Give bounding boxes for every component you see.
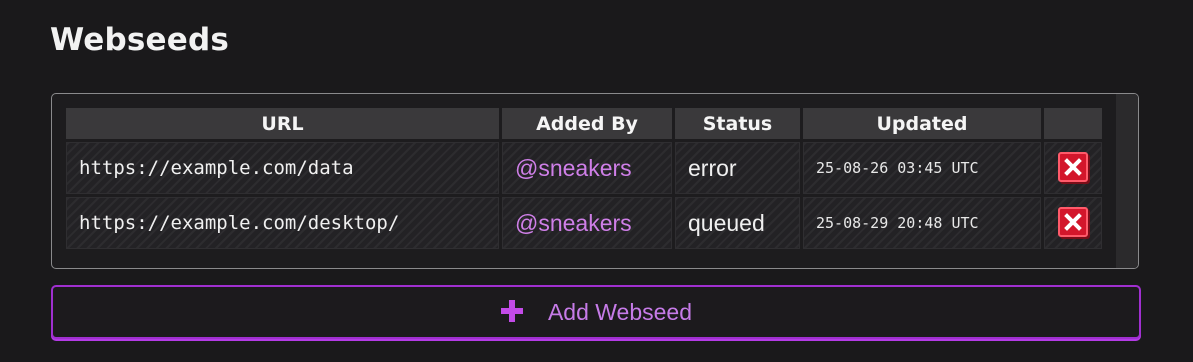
status-text: queued: [675, 197, 800, 249]
table-header-row: URL Added By Status Updated: [66, 108, 1102, 139]
webseeds-table: URL Added By Status Updated https://exam…: [63, 105, 1105, 252]
column-header-status: Status: [675, 108, 800, 139]
scrollbar-track[interactable]: [1116, 94, 1138, 268]
table-row: https://example.com/desktop/ @sneakers q…: [66, 197, 1102, 249]
add-webseed-button[interactable]: Add Webseed: [51, 285, 1141, 339]
plus-icon: [500, 300, 523, 322]
add-webseed-label: Add Webseed: [547, 298, 693, 325]
column-header-added-by: Added By: [502, 108, 672, 139]
close-icon: [1064, 157, 1082, 176]
added-by-link[interactable]: @sneakers: [502, 197, 672, 249]
updated-timestamp: 25-08-26 03:45 UTC: [803, 142, 1041, 194]
delete-webseed-button[interactable]: [1058, 206, 1088, 237]
close-icon: [1064, 212, 1082, 231]
status-text: error: [675, 142, 800, 194]
column-header-updated: Updated: [803, 108, 1041, 139]
column-header-url: URL: [66, 108, 499, 139]
webseeds-panel: URL Added By Status Updated https://exam…: [51, 93, 1139, 269]
page-title: Webseeds: [50, 22, 230, 58]
added-by-link[interactable]: @sneakers: [502, 142, 672, 194]
actions-cell: [1044, 197, 1102, 249]
table-row: https://example.com/data @sneakers error…: [66, 142, 1102, 194]
delete-webseed-button[interactable]: [1058, 151, 1088, 182]
webseed-url: https://example.com/desktop/: [66, 197, 499, 249]
webseed-url: https://example.com/data: [66, 142, 499, 194]
updated-timestamp: 25-08-29 20:48 UTC: [803, 197, 1041, 249]
column-header-actions: [1044, 108, 1102, 139]
actions-cell: [1044, 142, 1102, 194]
